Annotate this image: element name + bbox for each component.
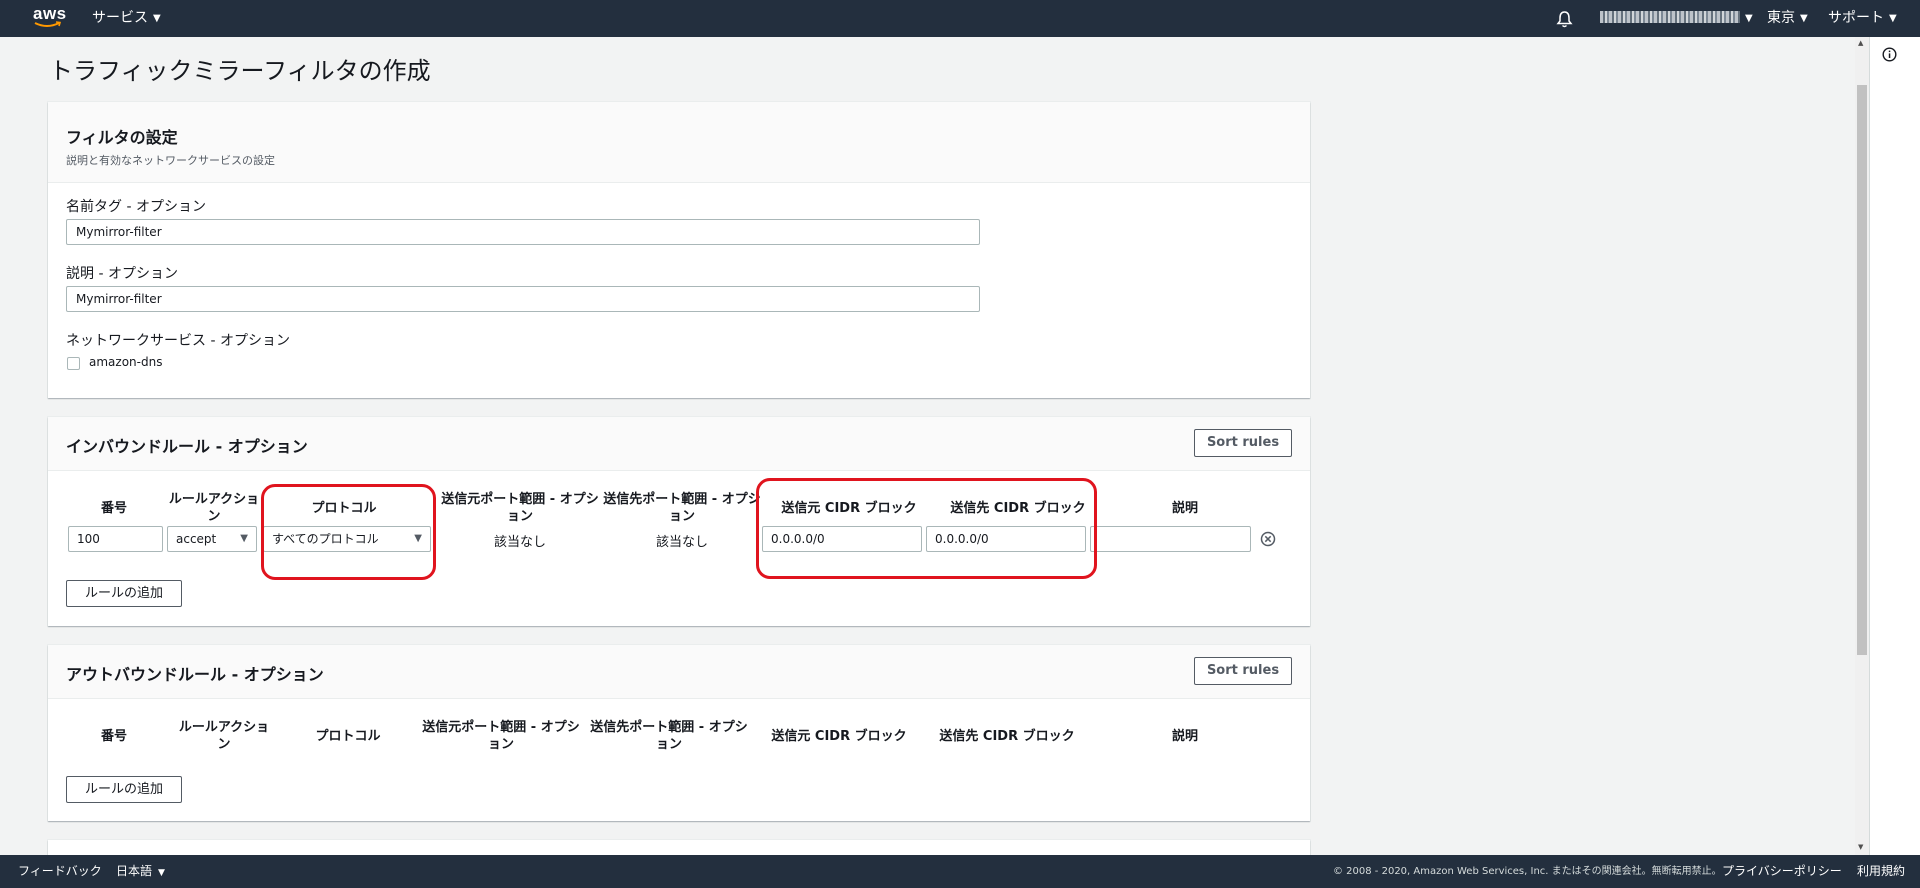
inbound-col-source-port: 送信元ポート範囲 - オプション [441, 492, 599, 524]
info-icon[interactable] [1882, 47, 1897, 62]
inbound-rules-header: インバウンドルール - オプション Sort rules [48, 417, 1310, 471]
help-panel-rail [1869, 37, 1920, 855]
inbound-rule-protocol-select[interactable]: すべてのプロトコル ▼ [263, 526, 431, 552]
services-label: サービス [92, 10, 148, 26]
support-label: サポート [1828, 10, 1884, 26]
inbound-sort-rules-button[interactable]: Sort rules [1194, 429, 1292, 457]
inbound-col-description: 説明 [1171, 501, 1198, 516]
terms-link[interactable]: 利用規約 [1857, 855, 1905, 888]
privacy-policy-link[interactable]: プライバシーポリシー [1722, 855, 1842, 888]
account-name-redacted [1600, 11, 1740, 23]
caret-down-icon: ▼ [1889, 13, 1897, 24]
outbound-col-action: ルールアクション [178, 720, 270, 752]
inbound-col-dest-port: 送信先ポート範囲 - オプション [603, 492, 761, 524]
caret-down-icon: ▼ [414, 533, 422, 544]
filter-settings-subtitle: 説明と有効なネットワークサービスの設定 [66, 154, 275, 167]
support-menu[interactable]: サポート ▼ [1828, 0, 1897, 37]
inbound-col-protocol: プロトコル [311, 501, 377, 516]
filter-settings-title: フィルタの設定 [66, 128, 178, 147]
outbound-sort-rules-button[interactable]: Sort rules [1194, 657, 1292, 685]
description-input[interactable]: Mymirror-filter [66, 286, 980, 312]
scroll-down-icon[interactable]: ▼ [1858, 843, 1863, 851]
outbound-rules-panel: アウトバウンドルール - オプション Sort rules 番号 ルールアクショ… [48, 645, 1310, 821]
outbound-col-protocol: プロトコル [315, 729, 381, 744]
outbound-col-dest-port: 送信先ポート範囲 - オプション [590, 720, 748, 752]
outbound-col-source-cidr: 送信元 CIDR ブロック [771, 729, 907, 744]
outbound-col-description: 説明 [1171, 729, 1198, 744]
inbound-rule-protocol-value: すべてのプロトコル [272, 532, 379, 546]
top-navigation: aws サービス ▼ ▼ 東京 ▼ サポート ▼ [0, 0, 1920, 37]
scroll-up-icon[interactable]: ▲ [1858, 39, 1863, 47]
caret-down-icon: ▼ [1745, 13, 1753, 24]
region-menu[interactable]: 東京 ▼ [1767, 0, 1808, 37]
region-label: 東京 [1767, 10, 1795, 26]
filter-settings-panel: フィルタの設定 説明と有効なネットワークサービスの設定 名前タグ - オプション… [48, 102, 1310, 398]
caret-down-icon: ▼ [158, 868, 165, 878]
inbound-rules-panel: インバウンドルール - オプション Sort rules 番号 ルールアクション… [48, 417, 1310, 626]
caret-down-icon: ▼ [1800, 13, 1808, 24]
amazon-dns-checkbox[interactable] [67, 357, 80, 370]
language-label: 日本語 [116, 864, 153, 878]
inbound-col-dest-cidr: 送信先 CIDR ブロック [950, 501, 1086, 516]
inbound-rule-source-cidr-input[interactable]: 0.0.0.0/0 [762, 526, 922, 552]
aws-logo[interactable]: aws [33, 5, 66, 31]
name-tag-label: 名前タグ - オプション [66, 199, 206, 215]
main-content: トラフィックミラーフィルタの作成 フィルタの設定 説明と有効なネットワークサービ… [12, 37, 1869, 860]
aws-smile-icon [34, 21, 62, 27]
page-title: トラフィックミラーフィルタの作成 [49, 57, 431, 85]
bell-icon[interactable] [1556, 10, 1573, 28]
inbound-col-action: ルールアクション [168, 492, 260, 524]
feedback-link[interactable]: フィードバック [18, 855, 102, 888]
caret-down-icon: ▼ [240, 533, 248, 544]
amazon-dns-label: amazon-dns [89, 355, 163, 369]
inbound-add-rule-button[interactable]: ルールの追加 [66, 580, 182, 607]
inbound-rule-number-input[interactable]: 100 [68, 526, 163, 552]
name-tag-input[interactable]: Mymirror-filter [66, 219, 980, 245]
inbound-rule-source-port: 該当なし [493, 535, 546, 550]
caret-down-icon: ▼ [153, 13, 161, 24]
outbound-col-number: 番号 [100, 729, 127, 744]
page-scrollbar[interactable]: ▲ ▼ [1855, 37, 1869, 855]
outbound-rules-title: アウトバウンドルール - オプション [66, 665, 324, 684]
network-service-label: ネットワークサービス - オプション [66, 333, 290, 349]
inbound-rule-dest-cidr-input[interactable]: 0.0.0.0/0 [926, 526, 1086, 552]
inbound-rule-action-select[interactable]: accept ▼ [167, 526, 257, 552]
inbound-rule-description-input[interactable] [1090, 526, 1251, 552]
description-label: 説明 - オプション [66, 266, 178, 282]
account-menu[interactable]: ▼ [1600, 0, 1753, 37]
inbound-col-source-cidr: 送信元 CIDR ブロック [781, 501, 917, 516]
inbound-rule-action-value: accept [176, 532, 217, 546]
footer: フィードバック 日本語 ▼ © 2008 - 2020, Amazon Web S… [0, 855, 1920, 888]
outbound-rules-header: アウトバウンドルール - オプション Sort rules [48, 645, 1310, 699]
scroll-thumb[interactable] [1857, 85, 1867, 655]
filter-settings-header: フィルタの設定 説明と有効なネットワークサービスの設定 [48, 102, 1310, 183]
inbound-col-number: 番号 [100, 501, 127, 516]
outbound-col-source-port: 送信元ポート範囲 - オプション [422, 720, 580, 752]
inbound-rules-title: インバウンドルール - オプション [66, 437, 308, 456]
inbound-rule-dest-port: 該当なし [655, 535, 708, 550]
language-selector[interactable]: 日本語 ▼ [116, 855, 165, 888]
remove-row-icon[interactable] [1260, 531, 1276, 547]
services-menu[interactable]: サービス ▼ [92, 0, 161, 37]
outbound-add-rule-button[interactable]: ルールの追加 [66, 776, 182, 803]
outbound-col-dest-cidr: 送信先 CIDR ブロック [939, 729, 1075, 744]
copyright-text: © 2008 - 2020, Amazon Web Services, Inc.… [1333, 866, 1722, 877]
